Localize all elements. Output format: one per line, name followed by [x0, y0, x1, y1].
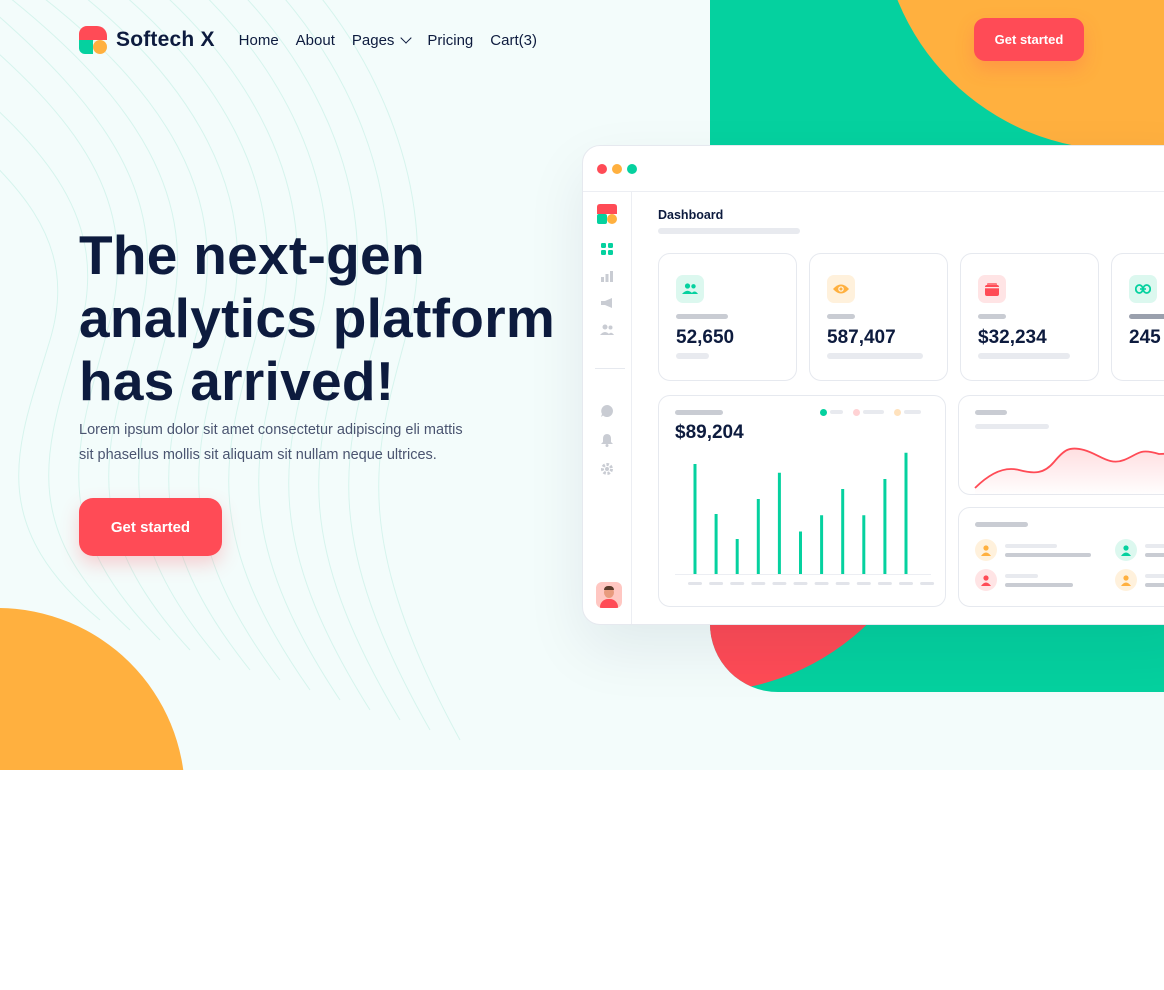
stat-card[interactable]: 245: [1111, 253, 1164, 381]
hero-subtext: Lorem ipsum dolor sit amet consectetur a…: [79, 418, 519, 467]
stat-card[interactable]: 52,650: [658, 253, 797, 381]
users-icon[interactable]: [600, 323, 614, 335]
hero-headline: The next-gen analytics platform has arri…: [79, 224, 579, 413]
eye-icon: [827, 275, 855, 303]
nav-link-about[interactable]: About: [296, 32, 335, 49]
stat-value: $32,234: [978, 327, 1047, 348]
bar: [820, 515, 824, 574]
user-icon: [1115, 539, 1137, 561]
x-axis-line: [675, 574, 931, 575]
subtext-line: sit phasellus mollis sit aliquam sit nul…: [79, 446, 437, 463]
bar: [841, 489, 845, 574]
grid-icon[interactable]: [600, 242, 614, 255]
bar: [735, 539, 739, 574]
bar: [904, 452, 908, 574]
hero-section: Softech X Home About Pages Pricing Cart(…: [0, 0, 1164, 770]
users-icon: [676, 275, 704, 303]
megaphone-icon[interactable]: [600, 296, 614, 308]
x-tick-label: [814, 582, 829, 585]
link-icon: [1129, 275, 1157, 303]
user-avatar[interactable]: [596, 582, 622, 608]
stat-card[interactable]: 587,407: [809, 253, 948, 381]
close-dot-icon: [597, 164, 607, 174]
bell-icon[interactable]: [600, 433, 614, 447]
chevron-down-icon: [400, 31, 413, 44]
x-tick-label: [772, 582, 787, 585]
user-icon: [975, 539, 997, 561]
nav-link-cart[interactable]: Cart(3): [490, 32, 537, 49]
stat-value: 587,407: [827, 327, 896, 348]
bar: [756, 499, 760, 574]
top-nav: Softech X Home About Pages Pricing Cart(…: [79, 24, 537, 56]
bar: [883, 479, 887, 574]
x-tick-label: [730, 582, 745, 585]
bar-chart: [675, 452, 935, 585]
nav-pages-label: Pages: [351, 31, 395, 49]
get-started-button-nav[interactable]: Get started: [974, 18, 1084, 61]
bar-chart-icon[interactable]: [600, 269, 614, 282]
x-tick-label: [877, 582, 892, 585]
stat-value: 52,650: [676, 327, 735, 348]
chat-icon[interactable]: [600, 404, 614, 417]
x-tick-label: [899, 582, 913, 585]
placeholder-line: [658, 228, 800, 234]
x-tick-label: [793, 582, 808, 585]
brand-name[interactable]: Softech X: [116, 28, 215, 52]
wallet-icon: [978, 275, 1006, 303]
bar: [777, 472, 781, 574]
logo-icon[interactable]: [79, 26, 107, 54]
nav-link-pricing[interactable]: Pricing: [427, 32, 473, 49]
user-icon: [1115, 569, 1137, 591]
nav-link-home[interactable]: Home: [239, 32, 279, 49]
bar: [714, 514, 718, 574]
dashboard-mockup: Dashboard 52,650 587,407 $32,234 245 $89…: [582, 145, 1164, 625]
x-tick-label: [751, 582, 766, 585]
subtext-line: Lorem ipsum dolor sit amet consectetur a…: [79, 422, 463, 438]
bar: [693, 464, 697, 574]
x-tick-label: [835, 582, 850, 585]
dashboard-title: Dashboard: [658, 208, 724, 222]
nav-dropdown-pages[interactable]: Pages: [351, 31, 413, 49]
stat-value: 245: [1129, 327, 1161, 348]
headline-line: analytics platform: [79, 287, 556, 349]
gear-icon[interactable]: [600, 462, 614, 475]
x-tick-label: [688, 582, 702, 585]
headline-line: The next-gen: [79, 224, 425, 286]
x-tick-label: [856, 582, 871, 585]
line-chart-panel[interactable]: [958, 395, 1164, 496]
headline-line: has arrived!: [79, 350, 395, 412]
bar: [862, 515, 866, 574]
line-chart: [974, 447, 1164, 496]
stat-card[interactable]: $32,234: [960, 253, 1099, 381]
minimize-dot-icon: [612, 164, 622, 174]
x-tick-label: [709, 582, 724, 585]
bar: [799, 531, 802, 574]
window-controls: [597, 164, 637, 174]
x-tick-label: [920, 582, 935, 585]
logo-icon[interactable]: [597, 204, 617, 224]
team-panel[interactable]: [958, 507, 1164, 607]
get-started-button-hero[interactable]: Get started: [79, 498, 222, 556]
maximize-dot-icon: [627, 164, 637, 174]
revenue-bar-chart-panel[interactable]: $89,204: [658, 395, 946, 607]
user-icon: [975, 569, 997, 591]
